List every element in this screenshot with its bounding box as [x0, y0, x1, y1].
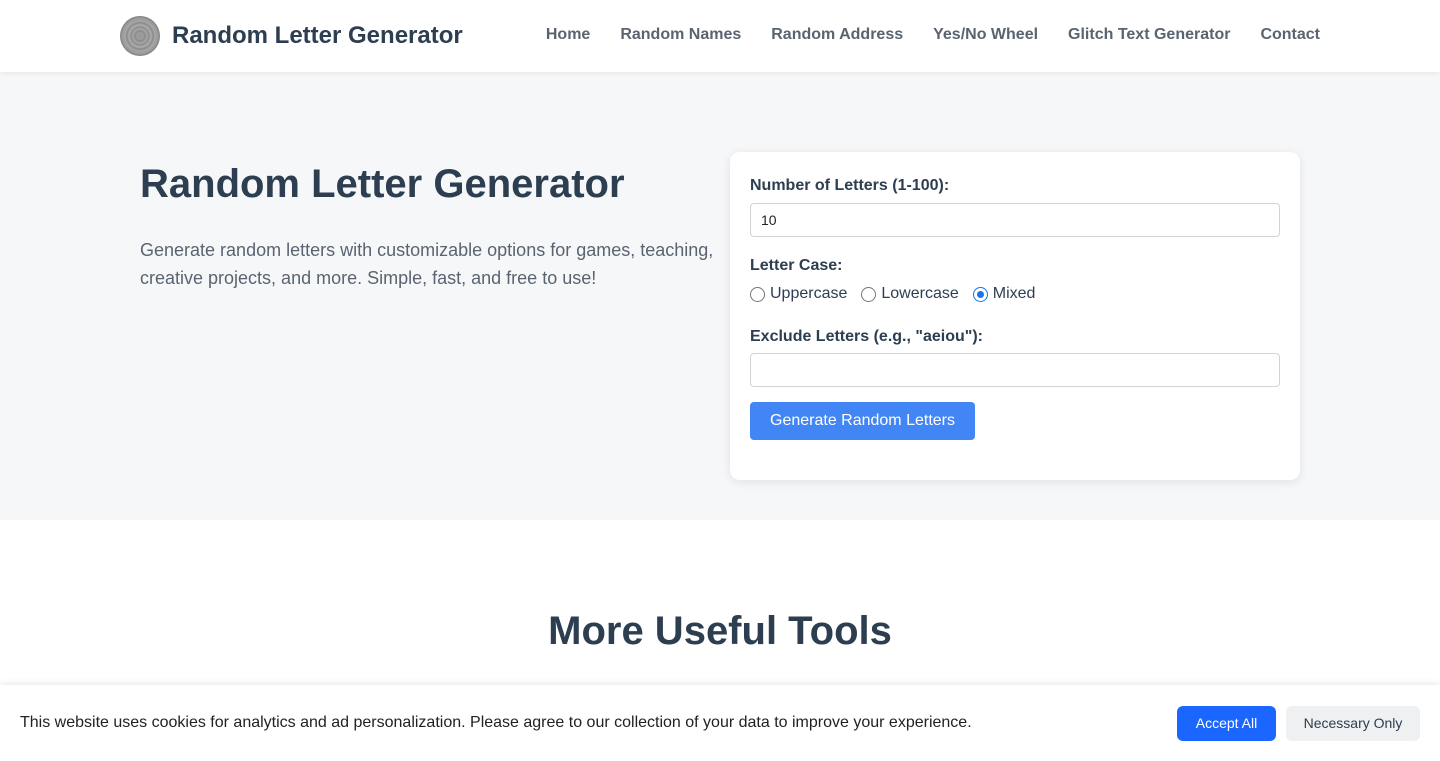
site-title[interactable]: Random Letter Generator [172, 20, 463, 52]
letter-count-input[interactable] [750, 203, 1280, 237]
uppercase-radio[interactable] [750, 286, 765, 302]
mixed-radio[interactable] [972, 286, 988, 302]
page-title: Random Letter Generator [140, 162, 625, 206]
hero-section: Random Letter Generator Generate random … [0, 72, 1440, 520]
more-tools-heading: More Useful Tools [548, 609, 892, 653]
logo-icon[interactable] [120, 16, 160, 56]
exclude-letters-input[interactable] [750, 353, 1280, 387]
main-nav: Home Random Names Random Address Yes/No … [546, 24, 1320, 46]
generator-form-card: Number of Letters (1-100): Letter Case: … [730, 152, 1300, 480]
mixed-label: Mixed [992, 285, 1036, 302]
cookie-message: This website uses cookies for analytics … [20, 714, 972, 731]
lowercase-option[interactable]: Lowercase [861, 284, 959, 304]
generate-button[interactable]: Generate Random Letters [750, 402, 975, 440]
nav-random-names-link[interactable]: Random Names [620, 24, 741, 46]
nav-contact-link[interactable]: Contact [1260, 24, 1320, 46]
nav-random-address-link[interactable]: Random Address [771, 24, 903, 46]
nav-yes-no-wheel-link[interactable]: Yes/No Wheel [933, 24, 1038, 46]
uppercase-label: Uppercase [770, 285, 848, 302]
mixed-option[interactable]: Mixed [972, 284, 1036, 304]
hero-description: Generate random letters with customizabl… [140, 240, 714, 288]
accept-all-button[interactable]: Accept All [1177, 706, 1276, 741]
lowercase-radio[interactable] [861, 286, 877, 302]
letter-case-options: Uppercase Lowercase Mixed [750, 284, 1049, 304]
letter-case-label: Letter Case: [750, 257, 843, 274]
letter-count-label: Number of Letters (1-100): [750, 177, 950, 194]
site-header: Random Letter Generator Home Random Name… [0, 0, 1440, 72]
lowercase-label: Lowercase [881, 285, 959, 302]
necessary-only-button[interactable]: Necessary Only [1286, 706, 1420, 741]
nav-home-link[interactable]: Home [546, 24, 590, 46]
cookie-banner: This website uses cookies for analytics … [0, 685, 1440, 761]
exclude-letters-label: Exclude Letters (e.g., "aeiou"): [750, 328, 983, 345]
nav-glitch-text-link[interactable]: Glitch Text Generator [1068, 24, 1230, 46]
uppercase-option[interactable]: Uppercase [750, 284, 847, 304]
